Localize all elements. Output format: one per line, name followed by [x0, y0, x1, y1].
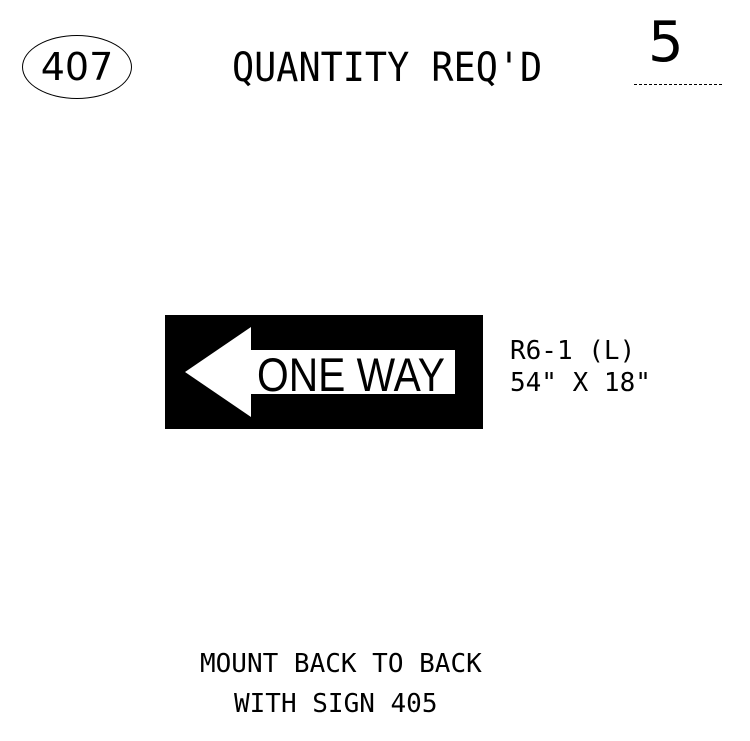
sign-legend: ONE WAY	[257, 348, 445, 401]
sheet-number: 407	[40, 45, 114, 89]
sign-size: 54" X 18"	[510, 368, 651, 398]
quantity-label: QUANTITY REQ'D	[232, 45, 543, 91]
sheet-number-badge: 407	[22, 35, 132, 99]
one-way-sign-graphic: ONE WAY	[165, 315, 483, 429]
sign-code: R6-1 (L)	[510, 336, 636, 366]
one-way-sign: ONE WAY	[165, 315, 483, 429]
mounting-note-line-1: MOUNT BACK TO BACK	[200, 649, 482, 679]
quantity-underline	[634, 84, 722, 85]
quantity-value: 5	[648, 10, 684, 75]
mounting-note-line-2: WITH SIGN 405	[234, 689, 438, 719]
